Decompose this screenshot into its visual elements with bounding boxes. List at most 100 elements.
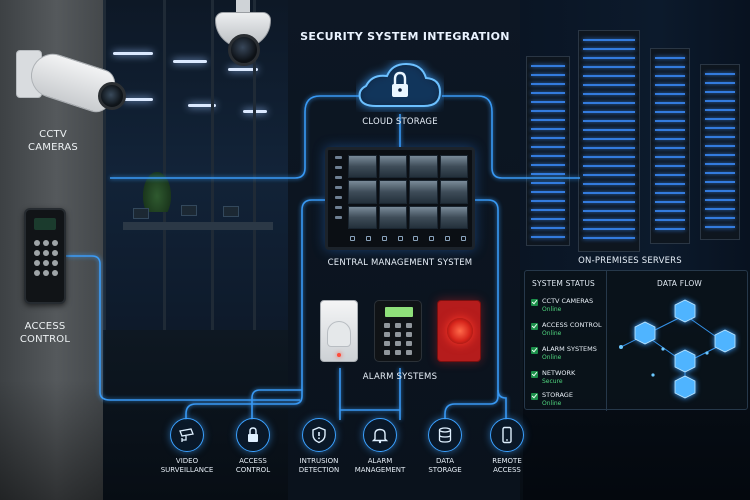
server-unit-light	[531, 182, 565, 184]
keypad-key	[43, 260, 49, 266]
cap-circle	[302, 418, 336, 452]
server-unit-light	[583, 75, 635, 77]
data-flow-diagram	[619, 299, 736, 399]
cap-circle	[428, 418, 462, 452]
server-unit-light	[705, 91, 735, 93]
server-unit-light	[705, 226, 735, 228]
data-cube	[634, 321, 656, 345]
server-unit-light	[705, 208, 735, 210]
toolbar-icon	[413, 235, 419, 241]
server-rack	[700, 64, 740, 240]
database-icon	[438, 427, 452, 443]
bell-icon	[371, 428, 389, 444]
camera-feed	[439, 155, 468, 179]
status-item-name: NETWORK	[542, 369, 576, 377]
capability-data-storage: DATA STORAGE	[410, 418, 480, 475]
server-unit-light	[705, 154, 735, 156]
status-item-name: STORAGE	[542, 391, 573, 399]
server-unit-light	[705, 127, 735, 129]
alarm-key	[384, 332, 390, 337]
server-unit-light	[705, 172, 735, 174]
data-flow-heading: DATA FLOW	[657, 279, 703, 288]
flow-node	[651, 373, 655, 377]
flow-node	[661, 347, 665, 351]
padlock-icon	[248, 427, 258, 442]
check-icon	[531, 371, 538, 378]
alarm-key	[406, 332, 412, 337]
status-item: ACCESS CONTROL Online	[531, 321, 605, 341]
server-unit-light	[705, 118, 735, 120]
server-unit-light	[583, 129, 635, 131]
server-unit-light	[531, 173, 565, 175]
alarm-keypad-keys	[384, 323, 412, 355]
server-unit-light	[655, 102, 685, 104]
keypad-key	[34, 250, 40, 256]
capability-label: VIDEO SURVEILLANCE	[160, 457, 214, 474]
capability-label: REMOTE ACCESS	[492, 457, 522, 474]
server-unit-light	[583, 147, 635, 149]
server-unit-light	[531, 74, 565, 76]
server-unit-light	[705, 163, 735, 165]
server-unit-light	[655, 93, 685, 95]
server-unit-light	[583, 192, 635, 194]
server-unit-light	[583, 120, 635, 122]
alarm-siren	[437, 300, 481, 362]
status-item-state: Online	[542, 306, 562, 313]
capability-label: ALARM MANAGEMENT	[354, 457, 406, 474]
camera-feed	[378, 205, 407, 229]
server-unit-light	[583, 66, 635, 68]
server-unit-light	[531, 83, 565, 85]
data-cube	[674, 349, 696, 373]
server-unit-light	[705, 181, 735, 183]
alarm-key	[384, 350, 390, 355]
camera-feed	[348, 180, 377, 204]
server-unit-light	[583, 174, 635, 176]
keypad-key	[43, 250, 49, 256]
server-rack	[526, 56, 570, 246]
camera-feed	[409, 180, 438, 204]
alarm-key	[406, 323, 412, 328]
keypad-key	[52, 270, 58, 276]
office-monitor	[133, 208, 149, 219]
shield-icon	[312, 426, 326, 444]
status-item-name: ALARM SYSTEMS	[542, 345, 597, 353]
toolbar-icon	[445, 235, 451, 241]
camera-feed-grid	[348, 155, 468, 229]
status-item-name: CCTV CAMERAS	[542, 297, 594, 305]
server-unit-light	[531, 65, 565, 67]
capability-label: DATA STORAGE	[428, 457, 462, 474]
server-unit-light	[705, 82, 735, 84]
alarm-key	[395, 323, 401, 328]
server-unit-light	[655, 192, 685, 194]
office-monitor	[223, 206, 239, 217]
status-item: NETWORK Secure	[531, 369, 605, 389]
status-item-state: Online	[542, 354, 562, 361]
alarm-key	[384, 323, 390, 328]
alarm-key	[406, 341, 412, 346]
camera-feed	[439, 205, 468, 229]
toolbar-icon	[381, 235, 387, 241]
office-background	[103, 0, 288, 380]
server-unit-light	[655, 111, 685, 113]
check-icon	[531, 393, 538, 400]
server-unit-light	[705, 73, 735, 75]
data-cube	[714, 329, 736, 353]
keypad-key	[43, 240, 49, 246]
status-item-state: Secure	[542, 378, 563, 385]
cap-circle	[236, 418, 270, 452]
monitor-sidebar	[331, 154, 345, 231]
server-unit-light	[531, 218, 565, 220]
camera-feed	[378, 155, 407, 179]
check-icon	[531, 299, 538, 306]
server-unit-light	[655, 75, 685, 77]
check-icon	[531, 323, 538, 330]
alarm-key	[395, 332, 401, 337]
system-status-heading: SYSTEM STATUS	[532, 279, 596, 288]
server-unit-light	[583, 138, 635, 140]
capability-video-surveillance: VIDEO SURVEILLANCE	[152, 418, 222, 475]
central-management-label: CENTRAL MANAGEMENT SYSTEM	[327, 258, 473, 268]
server-rack	[578, 30, 640, 252]
motion-sensor	[320, 300, 358, 362]
server-unit-light	[705, 199, 735, 201]
server-unit-light	[531, 146, 565, 148]
